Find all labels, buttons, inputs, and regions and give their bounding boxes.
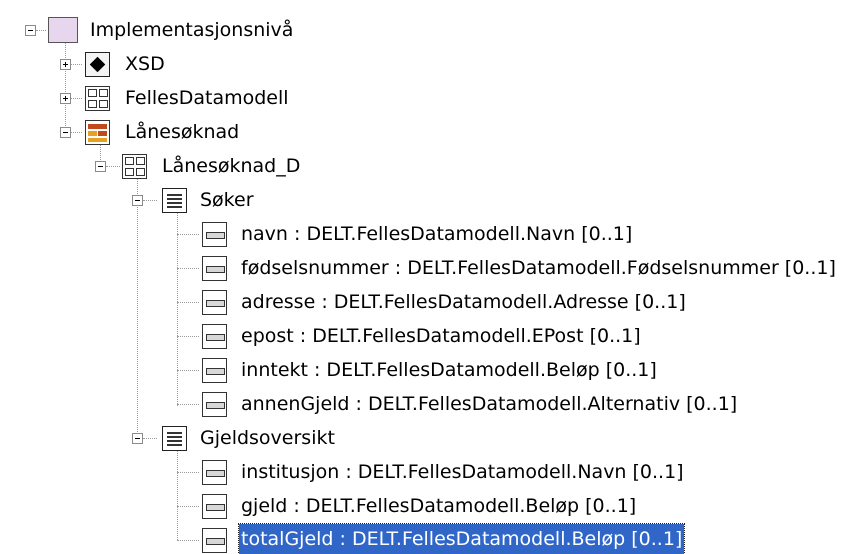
- tree-node-attribute[interactable]: navn : DELT.FellesDatamodell.Navn [0..1]: [239, 219, 634, 249]
- tree-line: [36, 30, 46, 31]
- tree-line: [177, 302, 199, 303]
- tree-line: [177, 268, 199, 269]
- tree-line: [70, 132, 82, 133]
- model-icon: [85, 86, 110, 111]
- collapse-toggle-lanesoknad-d[interactable]: [95, 161, 106, 172]
- model-icon: [122, 154, 147, 179]
- tree-node-attribute[interactable]: annenGjeld : DELT.FellesDatamodell.Alter…: [239, 389, 739, 419]
- attribute-icon: [202, 494, 227, 519]
- attribute-icon: [202, 392, 227, 417]
- tree-line: [177, 450, 178, 540]
- collapse-toggle-root[interactable]: [25, 25, 36, 36]
- tree-line: [65, 36, 66, 132]
- attribute-icon: [202, 222, 227, 247]
- tree-node-attribute[interactable]: gjeld : DELT.FellesDatamodell.Beløp [0..…: [239, 491, 638, 521]
- tree-line: [177, 404, 199, 405]
- tree-line: [177, 540, 199, 541]
- tree-line: [177, 370, 199, 371]
- model-tree: Implementasjonsnivå XSD FellesDatamodell…: [0, 0, 846, 554]
- tree-node-lanesoknad-d[interactable]: Lånesøknad_D: [160, 151, 302, 181]
- tree-node-attribute[interactable]: inntekt : DELT.FellesDatamodell.Beløp [0…: [239, 355, 659, 385]
- tree-line: [177, 472, 199, 473]
- attribute-icon: [202, 460, 227, 485]
- attribute-icon: [202, 256, 227, 281]
- class-icon: [162, 188, 187, 213]
- tree-node-attribute[interactable]: adresse : DELT.FellesDatamodell.Adresse …: [239, 287, 688, 317]
- tree-node-attribute-selected[interactable]: totalGjeld : DELT.FellesDatamodell.Beløp…: [237, 523, 686, 554]
- tree-line: [106, 166, 120, 167]
- form-icon: [85, 120, 110, 145]
- tree-line: [70, 98, 82, 99]
- tree-node-attribute[interactable]: institusjon : DELT.FellesDatamodell.Navn…: [239, 457, 686, 487]
- collapse-toggle-lanesoknad[interactable]: [60, 127, 71, 138]
- tree-node-gjeldsoversikt[interactable]: Gjeldsoversikt: [198, 423, 337, 453]
- tree-node-lanesoknad[interactable]: Lånesøknad: [123, 117, 241, 147]
- collapse-toggle-gjeldsoversikt[interactable]: [132, 433, 143, 444]
- tree-node-attribute[interactable]: epost : DELT.FellesDatamodell.EPost [0..…: [239, 321, 643, 351]
- attribute-icon: [202, 528, 227, 553]
- expand-toggle-fellesdatamodell[interactable]: [60, 93, 71, 104]
- tree-line: [137, 172, 138, 440]
- tree-line: [143, 200, 157, 201]
- tree-line: [70, 64, 82, 65]
- xsd-diamond-icon: [85, 52, 110, 77]
- attribute-icon: [202, 290, 227, 315]
- expand-toggle-xsd[interactable]: [60, 59, 71, 70]
- collapse-toggle-soker[interactable]: [132, 195, 143, 206]
- tree-line: [177, 234, 199, 235]
- attribute-icon: [202, 358, 227, 383]
- package-icon: [48, 17, 78, 43]
- tree-node-fellesdatamodell[interactable]: FellesDatamodell: [123, 83, 291, 113]
- tree-line: [177, 336, 199, 337]
- class-icon: [162, 426, 187, 451]
- tree-node-soker[interactable]: Søker: [198, 185, 256, 215]
- tree-node-implementasjonsniva[interactable]: Implementasjonsnivå: [88, 15, 295, 45]
- attribute-icon: [202, 324, 227, 349]
- tree-line: [143, 438, 157, 439]
- tree-line: [177, 212, 178, 406]
- tree-line: [177, 506, 199, 507]
- tree-node-xsd[interactable]: XSD: [123, 49, 167, 79]
- tree-node-attribute[interactable]: fødselsnummer : DELT.FellesDatamodell.Fø…: [239, 253, 838, 283]
